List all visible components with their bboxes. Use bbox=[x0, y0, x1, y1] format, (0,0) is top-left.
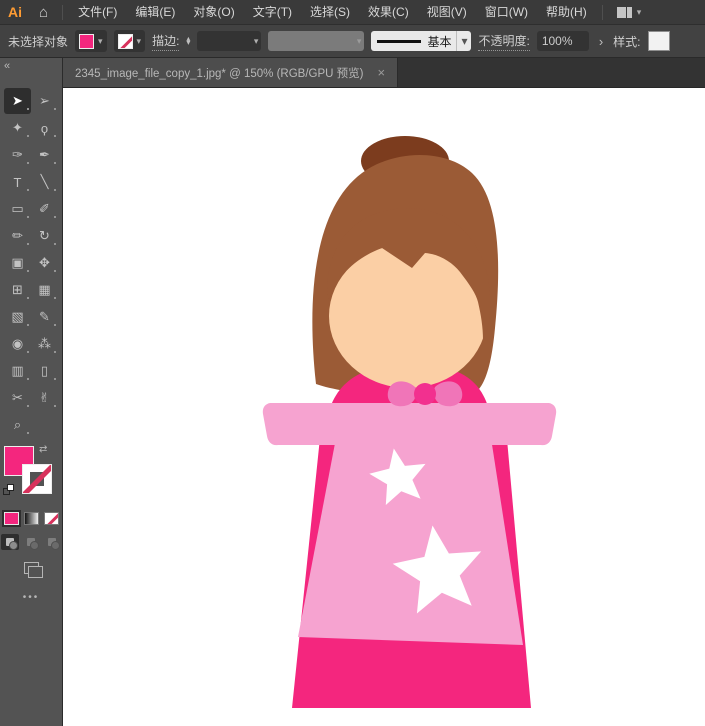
opacity-input[interactable] bbox=[537, 31, 589, 51]
paint-style-buttons bbox=[0, 512, 62, 525]
artboard-tool[interactable]: ▯ bbox=[31, 358, 58, 384]
change-screen-mode-button[interactable] bbox=[24, 562, 39, 574]
slice-tool[interactable]: ✂ bbox=[4, 385, 31, 411]
menu-bar: Ai ⌂ 文件(F)编辑(E)对象(O)文字(T)选择(S)效果(C)视图(V)… bbox=[0, 0, 705, 24]
bow-knot bbox=[414, 383, 436, 405]
control-bar: 未选择对象 ▾ ▾ 描边: ▴ ▾ ▾ ▾ 基本 ▾ 不透明度: › 样式: bbox=[0, 24, 705, 58]
gradient-button[interactable] bbox=[24, 512, 39, 525]
stroke-none-swatch[interactable] bbox=[118, 34, 133, 49]
direct-selection-tool[interactable]: ➢ bbox=[31, 88, 58, 114]
chevron-down-icon: ▾ bbox=[254, 36, 259, 47]
menu-f[interactable]: 文件(F) bbox=[69, 5, 126, 19]
stroke-color-control[interactable]: ▾ bbox=[114, 30, 146, 52]
column-graph-tool[interactable]: ▥ bbox=[4, 358, 31, 384]
fill-stroke-indicator: ⇄ bbox=[0, 444, 62, 506]
menu-c[interactable]: 效果(C) bbox=[359, 5, 418, 19]
draw-normal-button[interactable] bbox=[1, 534, 19, 550]
chevron-down-icon: ▾ bbox=[357, 36, 362, 47]
menu-v[interactable]: 视图(V) bbox=[418, 5, 476, 19]
style-label: 样式: bbox=[613, 33, 640, 50]
fill-color-control[interactable]: ▾ bbox=[75, 30, 107, 52]
gradient-tool[interactable]: ▧ bbox=[4, 304, 31, 330]
type-tool[interactable]: T bbox=[4, 169, 31, 195]
paintbrush-tool[interactable]: ✐ bbox=[31, 196, 58, 222]
shaper-tool[interactable]: ✏ bbox=[4, 223, 31, 249]
edit-toolbar-button[interactable]: ••• bbox=[0, 592, 62, 603]
document-tab-title: 2345_image_file_copy_1.jpg* @ 150% (RGB/… bbox=[75, 65, 363, 81]
lasso-tool[interactable]: ϙ bbox=[31, 115, 58, 141]
curvature-tool[interactable]: ✑ bbox=[4, 142, 31, 168]
menu-items: 文件(F)编辑(E)对象(O)文字(T)选择(S)效果(C)视图(V)窗口(W)… bbox=[69, 0, 596, 24]
tools-grid: ➤➢✦ϙ✑✒T╲▭✐✏↻▣✥⊞▦▧✎◉⁂▥▯✂✌⌕ bbox=[0, 88, 62, 438]
brush-definition-value: 基本 bbox=[427, 33, 456, 50]
menu-o[interactable]: 对象(O) bbox=[184, 5, 243, 19]
blend-tool[interactable]: ◉ bbox=[4, 331, 31, 357]
default-fill-stroke-icon[interactable] bbox=[3, 484, 14, 495]
drawing-mode-buttons bbox=[0, 534, 62, 550]
eyedropper-tool[interactable]: ✎ bbox=[31, 304, 58, 330]
pen-tool[interactable]: ✒ bbox=[31, 142, 58, 168]
illustrator-window: Ai ⌂ 文件(F)编辑(E)对象(O)文字(T)选择(S)效果(C)视图(V)… bbox=[0, 0, 705, 726]
workspace-switcher[interactable]: ▾ bbox=[609, 7, 650, 18]
stroke-label[interactable]: 描边: bbox=[152, 32, 179, 51]
close-tab-icon[interactable]: × bbox=[377, 65, 385, 80]
draw-inside-button[interactable] bbox=[43, 534, 61, 550]
mesh-tool[interactable]: ▦ bbox=[31, 277, 58, 303]
chevron-down-icon: ▾ bbox=[137, 36, 142, 47]
symbol-sprayer-tool[interactable]: ⁂ bbox=[31, 331, 58, 357]
collapse-panel-icon[interactable]: « bbox=[4, 60, 10, 72]
selection-status: 未选择对象 bbox=[8, 33, 68, 50]
document-tab[interactable]: 2345_image_file_copy_1.jpg* @ 150% (RGB/… bbox=[63, 58, 398, 87]
tools-panel: « ➤➢✦ϙ✑✒T╲▭✐✏↻▣✥⊞▦▧✎◉⁂▥▯✂✌⌕ ⇄ ••• bbox=[0, 58, 63, 726]
draw-behind-button[interactable] bbox=[22, 534, 40, 550]
rotate-tool[interactable]: ↻ bbox=[31, 223, 58, 249]
swap-fill-stroke-icon[interactable]: ⇄ bbox=[39, 444, 47, 455]
free-transform-tool[interactable]: ▣ bbox=[4, 250, 31, 276]
stroke-indicator[interactable] bbox=[22, 464, 52, 494]
workspace-grid-icon bbox=[617, 7, 632, 18]
home-icon[interactable]: ⌂ bbox=[31, 4, 56, 21]
artboard-canvas[interactable] bbox=[63, 88, 705, 726]
tools-panel-header: « bbox=[0, 58, 62, 88]
girl-illustration bbox=[63, 88, 705, 726]
hand-tool[interactable]: ✌ bbox=[31, 385, 58, 411]
brush-stroke-preview bbox=[377, 40, 421, 43]
puppet-warp-tool[interactable]: ✥ bbox=[31, 250, 58, 276]
rectangle-tool[interactable]: ▭ bbox=[4, 196, 31, 222]
menu-s[interactable]: 选择(S) bbox=[301, 5, 359, 19]
selection-tool[interactable]: ➤ bbox=[4, 88, 31, 114]
menu-h[interactable]: 帮助(H) bbox=[537, 5, 596, 19]
variable-width-profile-select: ▾ bbox=[268, 31, 364, 51]
fill-color-swatch[interactable] bbox=[79, 34, 94, 49]
zoom-tool[interactable]: ⌕ bbox=[4, 412, 31, 438]
illustrator-logo: Ai bbox=[0, 4, 31, 20]
chevron-down-icon: ▾ bbox=[637, 7, 642, 18]
menu-e[interactable]: 编辑(E) bbox=[126, 5, 184, 19]
opacity-options-arrow[interactable]: › bbox=[596, 34, 606, 49]
chevron-down-icon[interactable]: ▾ bbox=[456, 31, 471, 51]
brush-definition-select[interactable]: 基本 ▾ bbox=[371, 31, 471, 51]
divider bbox=[62, 5, 63, 20]
chevron-down-icon: ▾ bbox=[98, 36, 103, 47]
stroke-weight-stepper[interactable]: ▴ ▾ bbox=[186, 37, 190, 46]
stepper-down-icon[interactable]: ▾ bbox=[186, 41, 190, 45]
document-tab-strip: 2345_image_file_copy_1.jpg* @ 150% (RGB/… bbox=[63, 58, 705, 88]
menu-t[interactable]: 文字(T) bbox=[244, 5, 301, 19]
color-button[interactable] bbox=[4, 512, 19, 525]
divider bbox=[602, 5, 603, 20]
line-segment-tool[interactable]: ╲ bbox=[31, 169, 58, 195]
opacity-label[interactable]: 不透明度: bbox=[478, 32, 529, 51]
perspective-grid-tool[interactable]: ⊞ bbox=[4, 277, 31, 303]
magic-wand-tool[interactable]: ✦ bbox=[4, 115, 31, 141]
menu-w[interactable]: 窗口(W) bbox=[476, 5, 537, 19]
stroke-weight-select[interactable]: ▾ bbox=[197, 31, 261, 51]
graphic-style-swatch[interactable] bbox=[648, 31, 670, 51]
none-button[interactable] bbox=[44, 512, 59, 525]
